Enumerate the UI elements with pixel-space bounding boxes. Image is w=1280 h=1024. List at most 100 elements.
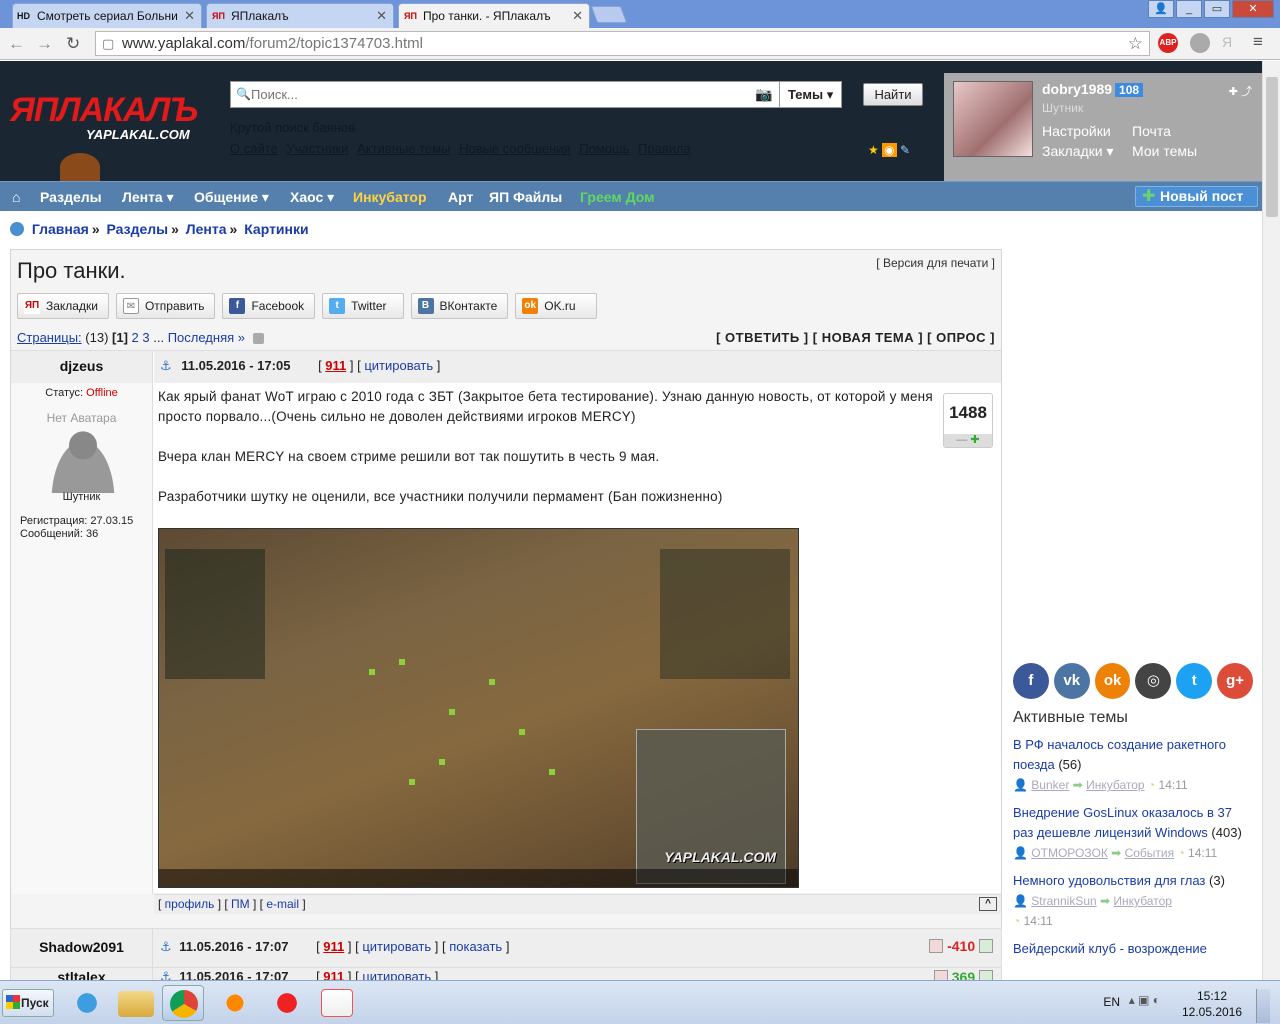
extension-icon[interactable] [1190, 33, 1210, 53]
pages-label[interactable]: Страницы: [17, 330, 82, 345]
start-button[interactable]: Пуск [2, 989, 54, 1017]
active-topic-section[interactable]: Инкубатор [1113, 894, 1172, 908]
active-topic-author[interactable]: StrannikSun [1031, 894, 1096, 908]
print-version-link[interactable]: Версия для печати [883, 256, 988, 270]
rss-icon[interactable]: ◉ [882, 143, 897, 157]
favorite-icon[interactable]: ★ [868, 143, 879, 157]
header-link-rules[interactable]: Правила [638, 141, 691, 156]
search-scope-select[interactable]: Темы ▾ [779, 82, 841, 107]
anchor-icon[interactable]: ⚓ [160, 939, 172, 954]
header-link-members[interactable]: Участники [286, 141, 348, 156]
anchor-icon[interactable]: ⚓ [160, 358, 172, 373]
share-ok-button[interactable]: ok OK.ru [515, 293, 597, 319]
instagram-icon[interactable]: ◎ [1135, 663, 1172, 699]
quote-link[interactable]: цитировать [364, 358, 433, 373]
bookmarks-link[interactable]: Закладки ▾ [1042, 143, 1114, 160]
active-topic-author[interactable]: Bunker [1031, 778, 1069, 792]
minimize-button[interactable]: _ [1176, 0, 1202, 18]
post-number[interactable]: 911 [323, 939, 344, 954]
new-tab-button[interactable] [590, 6, 628, 23]
folder-icon[interactable] [118, 991, 154, 1017]
active-topic-section[interactable]: Инкубатор [1086, 778, 1145, 792]
nav-item-chaos[interactable]: Хаос ▾ [290, 189, 334, 206]
search-input[interactable] [231, 82, 711, 107]
star-icon[interactable]: ☆ [1128, 32, 1143, 55]
author-link[interactable]: Shadow2091 [39, 939, 124, 955]
breadcrumb-home[interactable]: Главная [32, 221, 89, 237]
yandex-icon[interactable]: Я [1222, 34, 1232, 50]
reload-icon[interactable]: ↻ [66, 34, 80, 54]
active-topic-link[interactable]: В РФ началось создание ракетного поезда [1013, 737, 1226, 772]
header-link-new[interactable]: Новые сообщения [459, 141, 571, 156]
share-bookmarks-button[interactable]: ЯП Закладки [17, 293, 109, 319]
author-link[interactable]: djzeus [60, 358, 104, 374]
runner-icon[interactable]: ⤴ [1241, 86, 1252, 98]
ie-icon[interactable] [66, 985, 108, 1021]
active-topic-link[interactable]: Внедрение GosLinux оказалось в 37 раз де… [1013, 805, 1232, 840]
close-icon[interactable]: ✕ [184, 8, 195, 24]
menu-icon[interactable]: ≡ [1253, 32, 1263, 52]
yandex-icon[interactable] [321, 989, 353, 1017]
vote-up-icon[interactable] [979, 970, 993, 980]
header-link-about[interactable]: О сайте [230, 141, 278, 156]
quote-link[interactable]: цитировать [362, 939, 431, 954]
tray-icons[interactable]: ▴ ▣ ◐ [1129, 993, 1160, 1007]
anchor-icon[interactable]: ⚓ [160, 969, 172, 980]
nav-item-files[interactable]: ЯП Файлы [489, 189, 562, 205]
twitter-icon[interactable]: t [1176, 663, 1213, 699]
plus-icon[interactable]: ✚ [1229, 86, 1238, 98]
nav-item-home[interactable]: Греем Дом [580, 189, 654, 205]
vote-up-icon[interactable] [979, 939, 993, 953]
username[interactable]: dobry1989 108 [1042, 81, 1144, 97]
google-plus-icon[interactable]: g+ [1217, 663, 1253, 699]
restore-button[interactable]: ▭ [1204, 0, 1230, 18]
header-link-active[interactable]: Активные темы [357, 141, 450, 156]
share-vk-button[interactable]: B ВКонтакте [410, 293, 509, 319]
settings-link[interactable]: Настройки [1042, 123, 1111, 139]
game-screenshot[interactable]: YAPLAKAL.COM [158, 528, 799, 888]
show-desktop-button[interactable] [1256, 989, 1270, 1023]
chrome-taskbar-button[interactable] [162, 985, 204, 1021]
post-number[interactable]: 911 [323, 969, 344, 980]
page-scrollbar[interactable] [1262, 61, 1280, 980]
back-icon[interactable]: ← [8, 34, 25, 54]
breadcrumb-pictures[interactable]: Картинки [244, 221, 308, 237]
nav-item-incubator[interactable]: Инкубатор [353, 189, 427, 205]
tagline[interactable]: Крутой поиск баянов [230, 120, 355, 135]
page-2[interactable]: 2 [132, 330, 139, 345]
close-icon[interactable]: ✕ [376, 8, 387, 24]
quote-link[interactable]: цитировать [362, 969, 431, 980]
author-link[interactable]: stltalex [57, 969, 105, 980]
share-facebook-button[interactable]: f Facebook [222, 293, 316, 319]
nav-item-art[interactable]: Арт [448, 189, 473, 205]
facebook-icon[interactable]: f [1013, 663, 1049, 699]
vk-icon[interactable]: vk [1053, 663, 1090, 699]
mail-link[interactable]: Почта [1132, 123, 1171, 139]
nav-item-talk[interactable]: Общение ▾ [194, 189, 269, 206]
nav-item-sections[interactable]: Разделы [40, 189, 102, 205]
tab-2[interactable]: ЯП ЯПлакалъ ✕ [206, 3, 394, 28]
clock-date[interactable]: 12.05.2016 [1178, 1005, 1246, 1019]
mytopics-link[interactable]: Мои темы [1132, 143, 1197, 159]
ok-icon[interactable]: ok [1094, 663, 1131, 699]
new-post-button[interactable]: ✚ Новый пост [1135, 186, 1258, 207]
language-indicator[interactable]: EN [1103, 995, 1120, 1009]
share-twitter-button[interactable]: t Twitter [322, 293, 404, 319]
close-icon[interactable]: ✕ [572, 8, 583, 24]
email-link[interactable]: e-mail [266, 897, 299, 911]
profile-link[interactable]: профиль [165, 897, 215, 911]
scroll-top-button[interactable]: ^ [979, 897, 997, 911]
camera-icon[interactable]: 📷 [755, 86, 772, 103]
nav-item-feed[interactable]: Лента ▾ [122, 189, 174, 206]
pencil-icon[interactable]: ✎ [900, 143, 910, 157]
search-button[interactable]: Найти [863, 83, 923, 106]
active-topic-section[interactable]: События [1125, 846, 1175, 860]
active-topic-author[interactable]: ОТМОРОЗОК [1031, 846, 1108, 860]
post-number[interactable]: 911 [325, 358, 346, 373]
url-field[interactable]: ▢ www.yaplakal.com/forum2/topic1374703.h… [95, 31, 1150, 56]
pm-link[interactable]: ПМ [231, 897, 250, 911]
forward-icon[interactable]: → [36, 34, 53, 54]
scrollbar-thumb[interactable] [1266, 77, 1278, 217]
profile-icon[interactable]: 👤 [1148, 0, 1174, 18]
tab-1[interactable]: HD Смотреть сериал Больни ✕ [12, 3, 202, 28]
